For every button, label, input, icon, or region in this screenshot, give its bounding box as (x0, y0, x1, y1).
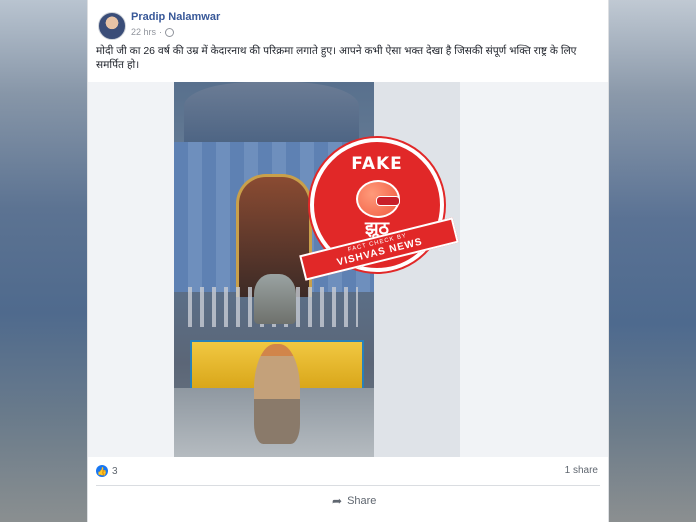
divider (96, 485, 600, 486)
background-left (0, 0, 88, 522)
post-caption: मोदी जी का 26 वर्ष की उम्र में केदारनाथ … (96, 45, 577, 71)
share-button[interactable]: ➦ Share (332, 494, 376, 508)
post-meta: 22 hrs · (131, 27, 175, 37)
reactions-summary[interactable]: 👍 3 (96, 465, 118, 477)
globe-icon (165, 27, 175, 37)
share-label: Share (347, 495, 377, 507)
nandi-statue (254, 274, 296, 324)
liar-face-icon (356, 180, 400, 218)
author-avatar[interactable] (98, 12, 126, 40)
dot-separator: · (159, 27, 163, 37)
stamp-fake-text: FAKE (351, 154, 403, 174)
share-arrow-icon: ➦ (332, 494, 343, 508)
facebook-post: Pradip Nalamwar 22 hrs · मोदी जी का 26 व… (88, 0, 608, 522)
fake-stamp: FAKE झूठ FACT CHECK BY VISHVAS NEWS (299, 138, 459, 281)
devotee-figure (254, 344, 300, 444)
post-time[interactable]: 22 hrs (131, 27, 156, 37)
thumbs-up-icon: 👍 (96, 465, 108, 477)
temple-roof (184, 82, 359, 142)
background-right (608, 0, 696, 522)
reactions-count: 3 (112, 465, 118, 477)
post-media: FAKE झूठ FACT CHECK BY VISHVAS NEWS (88, 82, 608, 457)
author-name[interactable]: Pradip Nalamwar (131, 11, 220, 23)
shares-count[interactable]: 1 share (565, 465, 598, 476)
